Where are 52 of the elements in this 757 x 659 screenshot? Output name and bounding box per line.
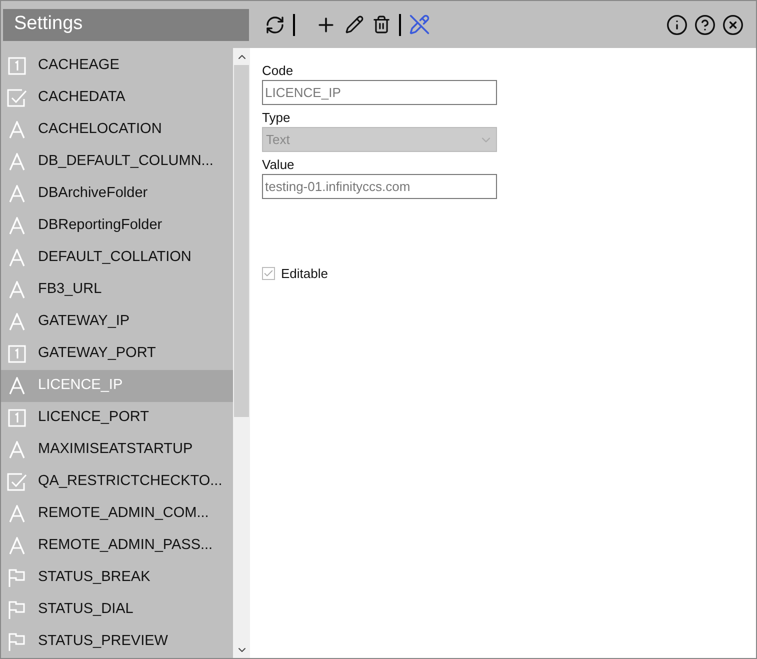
pencil-off-button[interactable] (409, 14, 430, 35)
help-button[interactable] (694, 14, 716, 36)
field-label: Value (262, 156, 296, 174)
setting-item[interactable]: REMOTE_ADMIN_COM... (1, 498, 233, 530)
code-field[interactable]: LICENCE_IP (262, 80, 497, 105)
setting-item[interactable]: DEFAULT_COLLATION (1, 242, 233, 274)
setting-item[interactable]: STATUS_BREAK (1, 562, 233, 594)
letter-icon (9, 121, 25, 139)
flag-icon (8, 569, 26, 587)
setting-item[interactable]: GATEWAY_IP (1, 306, 233, 338)
setting-item[interactable]: LICENCE_PORT (1, 402, 233, 434)
number-icon (8, 409, 26, 427)
letter-icon (9, 217, 25, 235)
checkbox-icon (7, 89, 27, 107)
info-button[interactable] (666, 14, 688, 36)
letter-icon (9, 185, 25, 203)
delete-button[interactable] (372, 15, 391, 34)
letter-icon (9, 153, 25, 171)
letter-icon (9, 313, 25, 331)
number-icon (8, 57, 26, 75)
checkbox-label: Editable (281, 265, 328, 283)
letter-icon (9, 377, 25, 395)
checkbox-icon (7, 473, 27, 491)
setting-item[interactable]: DB_DEFAULT_COLUMN... (1, 146, 233, 178)
letter-icon (9, 249, 25, 267)
setting-item[interactable]: MAXIMISEATSTARTUP (1, 434, 233, 466)
refresh-button[interactable] (265, 14, 285, 34)
number-icon (8, 345, 26, 363)
setting-item[interactable]: REMOTE_ADMIN_PASS... (1, 530, 233, 562)
edit-button[interactable] (345, 15, 364, 34)
setting-item[interactable]: DBReportingFolder (1, 210, 233, 242)
setting-item[interactable]: GATEWAY_PORT (1, 338, 233, 370)
setting-item[interactable]: STATUS_DIAL (1, 594, 233, 626)
flag-icon (8, 601, 26, 619)
setting-item[interactable]: QA_RESTRICTCHECKTO... (1, 466, 233, 498)
setting-item[interactable]: DBArchiveFolder (1, 178, 233, 210)
letter-icon (9, 537, 25, 555)
window-title: Settings (3, 8, 249, 40)
scrollbar-thumb[interactable] (234, 65, 249, 417)
field-label: Code (262, 62, 294, 80)
setting-item[interactable]: STATUS_PREVIEW (1, 626, 233, 658)
setting-item[interactable]: FB3_URL (1, 274, 233, 306)
field-label: Type (262, 109, 292, 127)
letter-icon (9, 441, 25, 459)
setting-item[interactable]: CACHEDATA (1, 82, 233, 114)
letter-icon (9, 281, 25, 299)
flag-icon (8, 633, 26, 651)
setting-item[interactable]: CACHELOCATION (1, 114, 233, 146)
close-button[interactable] (722, 14, 744, 36)
value-field[interactable]: testing-01.infinityccs.com (262, 174, 497, 199)
setting-item[interactable]: CACHEAGE (1, 50, 233, 82)
letter-icon (9, 505, 25, 523)
